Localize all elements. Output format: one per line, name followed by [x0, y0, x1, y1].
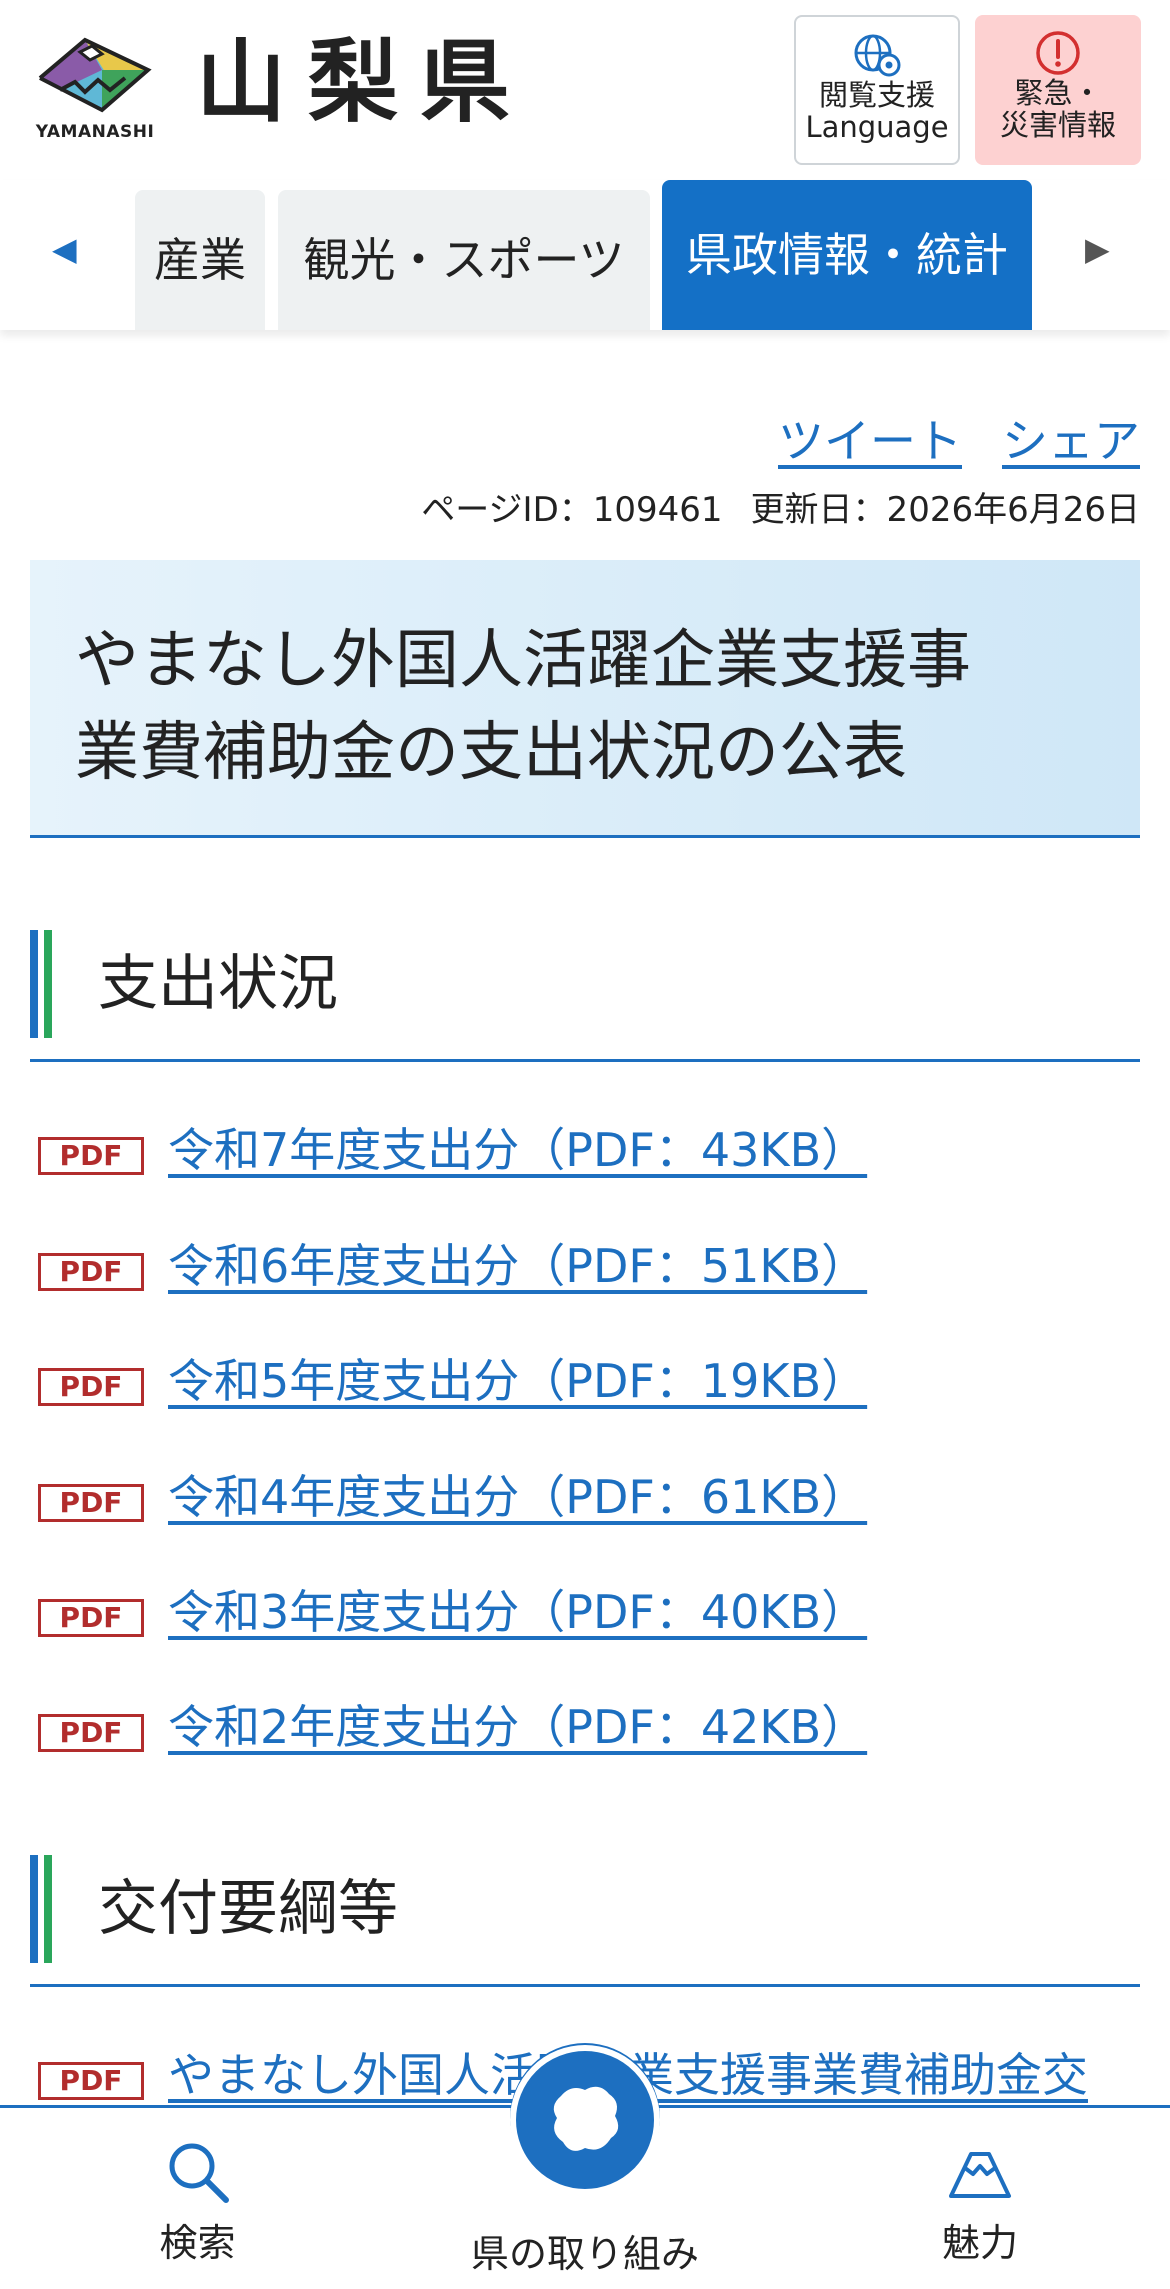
- search-icon: [169, 2143, 229, 2203]
- updated-date: 更新日：2026年6月26日: [750, 490, 1140, 530]
- category-tabs: ◀ 産業 観光・スポーツ 県政情報・統計 ▶: [0, 180, 1170, 330]
- share-links: ツイート シェア: [738, 405, 1140, 471]
- emergency-info-button[interactable]: 緊急・ 災害情報: [975, 15, 1141, 165]
- section-heading-expenditure: 支出状況: [30, 930, 1140, 1062]
- prefecture-map-icon: [553, 2086, 619, 2151]
- pdf-link[interactable]: 令和2年度支出分（PDF：42KB）: [168, 1692, 867, 1762]
- pdf-link[interactable]: 令和6年度支出分（PDF：51KB）: [168, 1231, 867, 1301]
- site-name[interactable]: 山梨県: [196, 28, 532, 138]
- mountain-icon: [949, 2152, 1011, 2198]
- site-header: YAMANASHI 山梨県 閲覧支援 Language 緊急・ 災害情報: [0, 0, 1170, 180]
- page-title: やまなし外国人活躍企業支援事 業費補助金の支出状況の公表: [75, 615, 1095, 799]
- pdf-icon: PDF: [38, 1368, 144, 1406]
- pdf-link[interactable]: 令和5年度支出分（PDF：19KB）: [168, 1346, 867, 1416]
- pdf-link[interactable]: 令和4年度支出分（PDF：61KB）: [168, 1462, 867, 1532]
- pdf-icon: PDF: [38, 1599, 144, 1637]
- page-title-box: やまなし外国人活躍企業支援事 業費補助金の支出状況の公表: [30, 560, 1140, 838]
- page-title-line-2: 業費補助金の支出状況の公表: [75, 716, 907, 790]
- pdf-link[interactable]: 令和7年度支出分（PDF：43KB）: [168, 1115, 867, 1185]
- tab-tourism-sports[interactable]: 観光・スポーツ: [278, 190, 650, 330]
- yamanashi-logo[interactable]: YAMANASHI: [30, 30, 160, 142]
- page-id: ページID：109461: [421, 490, 723, 530]
- tweet-link[interactable]: ツイート: [778, 414, 962, 468]
- nav-center-label[interactable]: 県の取り組み: [430, 2223, 740, 2278]
- heading-bar-green: [44, 930, 52, 1038]
- nav-center-button[interactable]: [510, 2045, 660, 2195]
- tab-prefectural-info[interactable]: 県政情報・統計: [662, 180, 1032, 330]
- mountain-logo-icon: [38, 37, 152, 113]
- nav-search-button[interactable]: 検索: [140, 2138, 255, 2267]
- tabs-prev-arrow-icon[interactable]: ◀: [52, 230, 77, 268]
- pdf-link[interactable]: 令和3年度支出分（PDF：40KB）: [168, 1577, 867, 1647]
- heading-bar-green: [44, 1855, 52, 1963]
- section-title: 交付要綱等: [98, 1874, 398, 1944]
- share-link[interactable]: シェア: [1002, 414, 1140, 468]
- pdf-icon: PDF: [38, 1253, 144, 1291]
- page-meta: ページID：109461 更新日：2026年6月26日: [393, 482, 1140, 531]
- pdf-icon: PDF: [38, 1137, 144, 1175]
- access-label-1: 閲覧支援: [818, 78, 935, 112]
- alert-circle-icon: [1036, 31, 1080, 75]
- nav-charm-button[interactable]: 魅力: [920, 2138, 1040, 2267]
- nav-charm-label: 魅力: [941, 2221, 1018, 2265]
- emergency-label-1: 緊急・: [1014, 76, 1102, 110]
- accessibility-language-button[interactable]: 閲覧支援 Language: [794, 15, 960, 165]
- tab-industry[interactable]: 産業: [135, 190, 265, 330]
- emergency-label-2: 災害情報: [999, 108, 1116, 142]
- pdf-icon: PDF: [38, 1714, 144, 1752]
- logo-text: YAMANASHI: [35, 122, 155, 142]
- section-title: 支出状況: [98, 949, 338, 1019]
- tabs-next-arrow-icon[interactable]: ▶: [1085, 230, 1110, 268]
- section-heading-guidelines: 交付要綱等: [30, 1855, 1140, 1987]
- globe-gear-icon: [854, 34, 901, 77]
- pdf-icon: PDF: [38, 1484, 144, 1522]
- page-title-line-1: やまなし外国人活躍企業支援事: [75, 624, 971, 698]
- heading-bar-blue: [30, 1855, 38, 1963]
- pdf-icon: PDF: [38, 2062, 144, 2100]
- access-label-2: Language: [805, 110, 949, 144]
- heading-bar-blue: [30, 930, 38, 1038]
- nav-search-label: 検索: [159, 2221, 236, 2265]
